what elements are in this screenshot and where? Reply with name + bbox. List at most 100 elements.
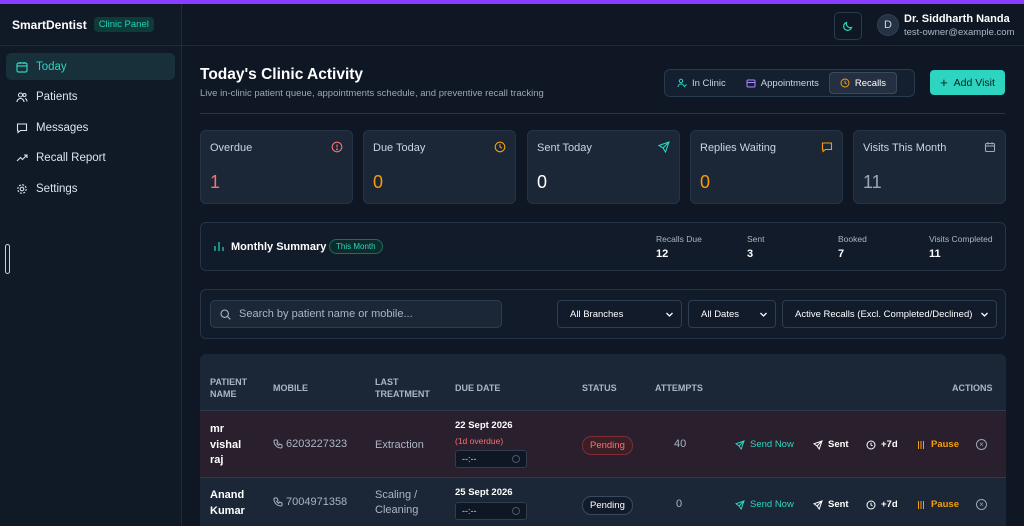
tab-recalls[interactable]: Recalls	[828, 72, 898, 94]
calendar-icon	[984, 142, 996, 153]
header-divider	[200, 113, 1005, 114]
snooze-7d-button[interactable]: +7d	[866, 439, 898, 450]
stat-value: 11	[863, 172, 882, 192]
col-header-attempts[interactable]: ATTEMPTS	[655, 382, 703, 394]
col-header-mobile[interactable]: MOBILE	[273, 382, 308, 394]
stat-label: Due Today	[373, 142, 426, 154]
summary-recalls-due: Recalls Due 12	[656, 234, 702, 260]
stat-value: 0	[537, 172, 548, 192]
col-header-status[interactable]: STATUS	[582, 382, 617, 394]
col-header-last-treatment[interactable]: LAST TREATMENT	[375, 376, 430, 400]
sidebar-item-messages[interactable]: Messages	[6, 114, 175, 141]
patient-name[interactable]: Anand Kumar	[210, 488, 245, 519]
send-icon	[735, 439, 745, 450]
tab-appointments[interactable]: Appointments	[736, 72, 829, 94]
dismiss-icon[interactable]: ×	[976, 499, 987, 510]
sent-button[interactable]: Sent	[813, 499, 849, 510]
col-header-due-date[interactable]: DUE DATE	[455, 382, 500, 394]
snooze-label: +7d	[881, 499, 898, 510]
pause-label: Pause	[931, 439, 959, 450]
tab-label: Recalls	[854, 77, 887, 89]
summary-sent: Sent 3	[747, 234, 765, 260]
branch-select[interactable]: All Branches	[557, 300, 682, 328]
sidebar-nav: Today Patients Messages Recall Report Se…	[0, 46, 181, 213]
stat-card-sent-today[interactable]: Sent Today 0	[527, 130, 680, 204]
treatment-line: Scaling /	[375, 489, 418, 501]
chevron-down-icon	[981, 312, 988, 317]
summary-booked: Booked 7	[838, 234, 867, 260]
time-placeholder: --:--	[462, 454, 477, 464]
main-content: Today's Clinic Activity Live in-clinic p…	[182, 46, 1024, 526]
tab-label: Appointments	[760, 77, 819, 89]
col-header-patient-name[interactable]: PATIENT NAME	[210, 376, 247, 400]
date-select[interactable]: All Dates	[688, 300, 776, 328]
col-header-line: LAST	[375, 377, 399, 387]
patient-mobile[interactable]: 7004971358	[273, 496, 347, 508]
pause-button[interactable]: Pause	[916, 439, 959, 450]
monthly-summary: Monthly Summary This Month Recalls Due 1…	[200, 222, 1006, 271]
phone-icon	[273, 497, 283, 507]
treatment-line: Extraction	[375, 439, 424, 451]
time-input[interactable]: --:--	[455, 502, 527, 520]
tab-label: In Clinic	[692, 77, 726, 89]
sent-button[interactable]: Sent	[813, 439, 849, 450]
table-row[interactable]: mr vishal raj 6203227323 Extraction 22 S…	[200, 410, 1006, 477]
sidebar-item-label: Recall Report	[36, 152, 106, 164]
sidebar-item-settings[interactable]: Settings	[6, 175, 175, 202]
pause-label: Pause	[931, 499, 959, 510]
send-now-button[interactable]: Send Now	[735, 439, 794, 450]
search-input[interactable]	[239, 308, 489, 320]
snooze-label: +7d	[881, 439, 898, 450]
send-icon	[658, 141, 670, 153]
avatar[interactable]: D	[877, 14, 899, 36]
sidebar-item-recall-report[interactable]: Recall Report	[6, 145, 175, 172]
send-now-button[interactable]: Send Now	[735, 499, 794, 510]
date-select-value: All Dates	[701, 308, 740, 320]
tab-in-clinic[interactable]: In Clinic	[667, 72, 736, 94]
trend-icon	[15, 151, 29, 165]
alert-circle-icon	[331, 141, 343, 153]
send-icon	[735, 499, 745, 510]
patient-name-line: Anand	[210, 489, 245, 501]
patient-name-line: Kumar	[210, 504, 245, 517]
theme-toggle-button[interactable]	[834, 12, 862, 40]
sidebar-item-today[interactable]: Today	[6, 53, 175, 80]
patient-name[interactable]: mr vishal raj	[210, 422, 241, 469]
stat-value: 0	[700, 172, 711, 192]
panel-badge: Clinic Panel	[93, 17, 154, 32]
pause-button[interactable]: Pause	[916, 499, 959, 510]
overdue-note: (1d overdue)	[455, 436, 504, 446]
message-icon	[821, 142, 833, 153]
clock-icon	[866, 500, 876, 509]
stat-card-visits-this-month[interactable]: Visits This Month 11	[853, 130, 1006, 204]
bar-chart-icon	[214, 242, 224, 251]
time-placeholder: --:--	[462, 506, 477, 516]
add-visit-button[interactable]: + Add Visit	[930, 70, 1005, 95]
sidebar-scroll-handle[interactable]	[5, 244, 10, 274]
pause-icon	[918, 500, 924, 509]
stat-card-replies-waiting[interactable]: Replies Waiting 0	[690, 130, 843, 204]
attempts-count: 0	[676, 498, 683, 510]
stat-card-due-today[interactable]: Due Today 0	[363, 130, 516, 204]
due-date: 22 Sept 2026	[455, 420, 513, 431]
calendar-icon	[15, 60, 29, 74]
page-subtitle: Live in-clinic patient queue, appointmen…	[200, 88, 544, 99]
user-email: test-owner@example.com	[904, 27, 1015, 38]
summary-badge: This Month	[329, 239, 383, 254]
time-input[interactable]: --:--	[455, 450, 527, 468]
add-visit-label: Add Visit	[953, 76, 995, 89]
table-row[interactable]: Anand Kumar 7004971358 Scaling / Cleanin…	[200, 477, 1006, 526]
recall-status-select[interactable]: Active Recalls (Excl. Completed/Declined…	[782, 300, 997, 328]
search-box[interactable]	[210, 300, 502, 328]
status-badge: Pending	[582, 496, 633, 515]
stat-card-overdue[interactable]: Overdue 1	[200, 130, 353, 204]
patient-name-line: raj	[210, 454, 224, 466]
mobile-number: 6203227323	[286, 438, 348, 450]
moon-icon	[843, 21, 853, 31]
patient-mobile[interactable]: 6203227323	[273, 438, 347, 450]
treatment-line: Cleaning	[375, 504, 419, 516]
mobile-number: 7004971358	[286, 496, 348, 508]
snooze-7d-button[interactable]: +7d	[866, 499, 898, 510]
dismiss-icon[interactable]: ×	[976, 439, 987, 450]
sidebar-item-patients[interactable]: Patients	[6, 84, 175, 111]
